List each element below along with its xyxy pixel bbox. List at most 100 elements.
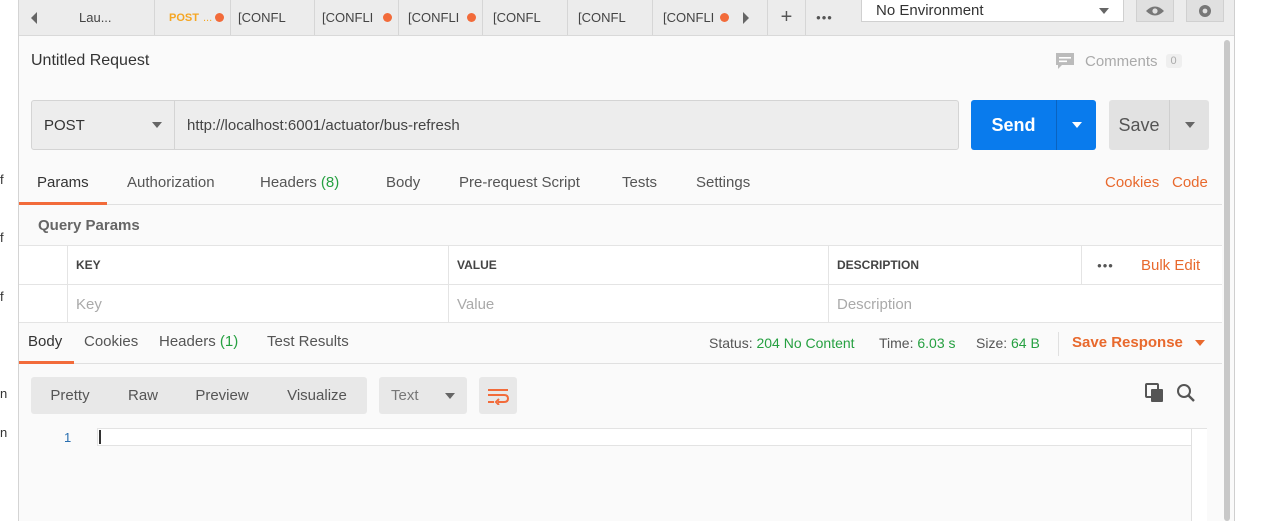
cookies-link[interactable]: Cookies: [1105, 174, 1159, 191]
table-options-button[interactable]: •••: [1081, 246, 1129, 284]
tab-params[interactable]: Params: [37, 174, 89, 191]
tab-label: [CONFL: [238, 10, 286, 25]
tab-options-button[interactable]: •••: [805, 0, 843, 35]
format-toggle-group: Pretty Raw Preview Visualize: [31, 377, 367, 414]
headers-count: (8): [320, 174, 340, 191]
scroll-tabs-left-button[interactable]: [19, 0, 49, 35]
table-row: Key Value Description: [19, 285, 1222, 323]
tab-conflict-6[interactable]: [CONFLI: [653, 0, 729, 35]
unsaved-dot-icon: [467, 13, 476, 22]
tab-label: [CONFLI: [408, 10, 460, 25]
environment-selected: No Environment: [876, 2, 984, 19]
manage-environments-button[interactable]: [1186, 0, 1224, 22]
response-size: Size: 64 B: [976, 335, 1040, 351]
copy-icon: [1145, 383, 1163, 402]
request-tabs: Params Authorization Headers (8) Body Pr…: [19, 164, 1222, 205]
chevron-down-icon: [1184, 122, 1195, 128]
column-header-key: KEY: [67, 246, 448, 284]
text-cursor: [99, 430, 101, 444]
tab-conflict-4[interactable]: [CONFL: [483, 0, 568, 35]
param-key-input[interactable]: Key: [67, 285, 448, 323]
plus-icon: +: [780, 6, 793, 28]
tab-conflict-1[interactable]: [CONFL: [231, 0, 315, 35]
save-options-button[interactable]: [1170, 100, 1209, 150]
left-fragment: n: [0, 425, 8, 440]
time-value[interactable]: 6.03 s: [917, 335, 955, 351]
tab-authorization[interactable]: Authorization: [127, 174, 215, 191]
search-response-button[interactable]: [1176, 383, 1198, 405]
active-tab-indicator: [19, 361, 74, 364]
more-horizontal-icon: •••: [1097, 257, 1114, 273]
tab-conflict-2[interactable]: [CONFLI: [315, 0, 399, 35]
tab-conflict-3[interactable]: [CONFLI: [399, 0, 483, 35]
format-preview-button[interactable]: Preview: [177, 377, 267, 414]
language-select[interactable]: Text: [379, 377, 467, 414]
url-bar: POST: [31, 100, 959, 150]
column-header-value: VALUE: [448, 246, 828, 284]
editor-line[interactable]: [97, 428, 1207, 446]
comments-count-badge: 0: [1165, 54, 1182, 68]
status-value[interactable]: 204 No Content: [756, 335, 854, 351]
format-raw-button[interactable]: Raw: [109, 377, 177, 414]
scroll-tabs-right-button[interactable]: [731, 0, 761, 35]
format-visualize-button[interactable]: Visualize: [267, 377, 367, 414]
tab-settings[interactable]: Settings: [696, 174, 750, 191]
tab-headers[interactable]: Headers (8): [260, 174, 339, 191]
tab-conflict-5[interactable]: [CONFL: [568, 0, 653, 35]
editor-scrollbar[interactable]: [1191, 429, 1207, 521]
wrap-lines-icon: [488, 388, 509, 405]
main-scrollbar[interactable]: [1224, 40, 1230, 521]
url-input[interactable]: [175, 101, 958, 149]
tab-method: POST: [169, 11, 199, 24]
tab-launchpad[interactable]: Lau...: [63, 0, 155, 35]
request-workspace: Lau... POST ... [CONFL [CONFLI [CONFLI […: [19, 0, 1234, 521]
send-options-button[interactable]: [1057, 100, 1096, 150]
save-response-button[interactable]: Save Response: [1072, 334, 1205, 351]
environment-quick-look-button[interactable]: [1136, 0, 1174, 22]
tab-label: [CONFL: [578, 10, 626, 25]
new-tab-button[interactable]: +: [767, 0, 805, 35]
format-pretty-button[interactable]: Pretty: [31, 377, 109, 414]
param-value-input[interactable]: Value: [448, 285, 828, 323]
unsaved-dot-icon: [215, 13, 224, 22]
send-button-group: Send: [971, 100, 1096, 150]
bulk-edit-link[interactable]: Bulk Edit: [1129, 246, 1222, 284]
chevron-down-icon: [1071, 122, 1082, 128]
request-title[interactable]: Untitled Request: [31, 52, 149, 70]
environment-select[interactable]: No Environment: [861, 0, 1124, 22]
left-fragment: f: [0, 172, 4, 187]
active-tab-indicator: [19, 202, 107, 205]
tab-response-headers[interactable]: Headers (1): [159, 333, 238, 350]
eye-icon: [1146, 6, 1164, 15]
left-panel-edge: f f f n n: [0, 0, 19, 521]
save-button[interactable]: Save: [1109, 100, 1170, 150]
code-link[interactable]: Code: [1172, 174, 1208, 191]
tab-test-results[interactable]: Test Results: [267, 333, 349, 350]
method-selected: POST: [44, 116, 85, 134]
gear-icon: [1199, 4, 1211, 17]
tab-response-cookies[interactable]: Cookies: [84, 333, 138, 350]
save-response-label: Save Response: [1072, 334, 1183, 351]
tab-label: Lau...: [79, 10, 112, 25]
tab-post-request[interactable]: POST ...: [155, 0, 231, 35]
query-params-title: Query Params: [38, 217, 140, 234]
comments-button[interactable]: Comments 0: [1055, 52, 1182, 70]
status-label: Status:: [709, 335, 753, 351]
size-value[interactable]: 64 B: [1011, 335, 1040, 351]
unsaved-dot-icon: [383, 13, 392, 22]
tab-prerequest-script[interactable]: Pre-request Script: [459, 174, 580, 191]
column-header-description: DESCRIPTION: [828, 246, 1081, 284]
tab-body[interactable]: Body: [386, 174, 420, 191]
send-button[interactable]: Send: [971, 100, 1057, 150]
tab-tests[interactable]: Tests: [622, 174, 657, 191]
chevron-down-icon: [152, 122, 162, 128]
tab-response-body[interactable]: Body: [28, 333, 62, 350]
comment-icon: [1056, 53, 1074, 69]
response-body-editor[interactable]: 1: [31, 426, 1207, 521]
response-headers-count: (1): [219, 333, 239, 350]
tab-bar: Lau... POST ... [CONFL [CONFLI [CONFLI […: [19, 0, 1234, 36]
param-description-input[interactable]: Description: [828, 285, 1222, 323]
wrap-lines-button[interactable]: [479, 377, 517, 414]
copy-response-button[interactable]: [1145, 383, 1165, 405]
method-select[interactable]: POST: [32, 101, 175, 149]
